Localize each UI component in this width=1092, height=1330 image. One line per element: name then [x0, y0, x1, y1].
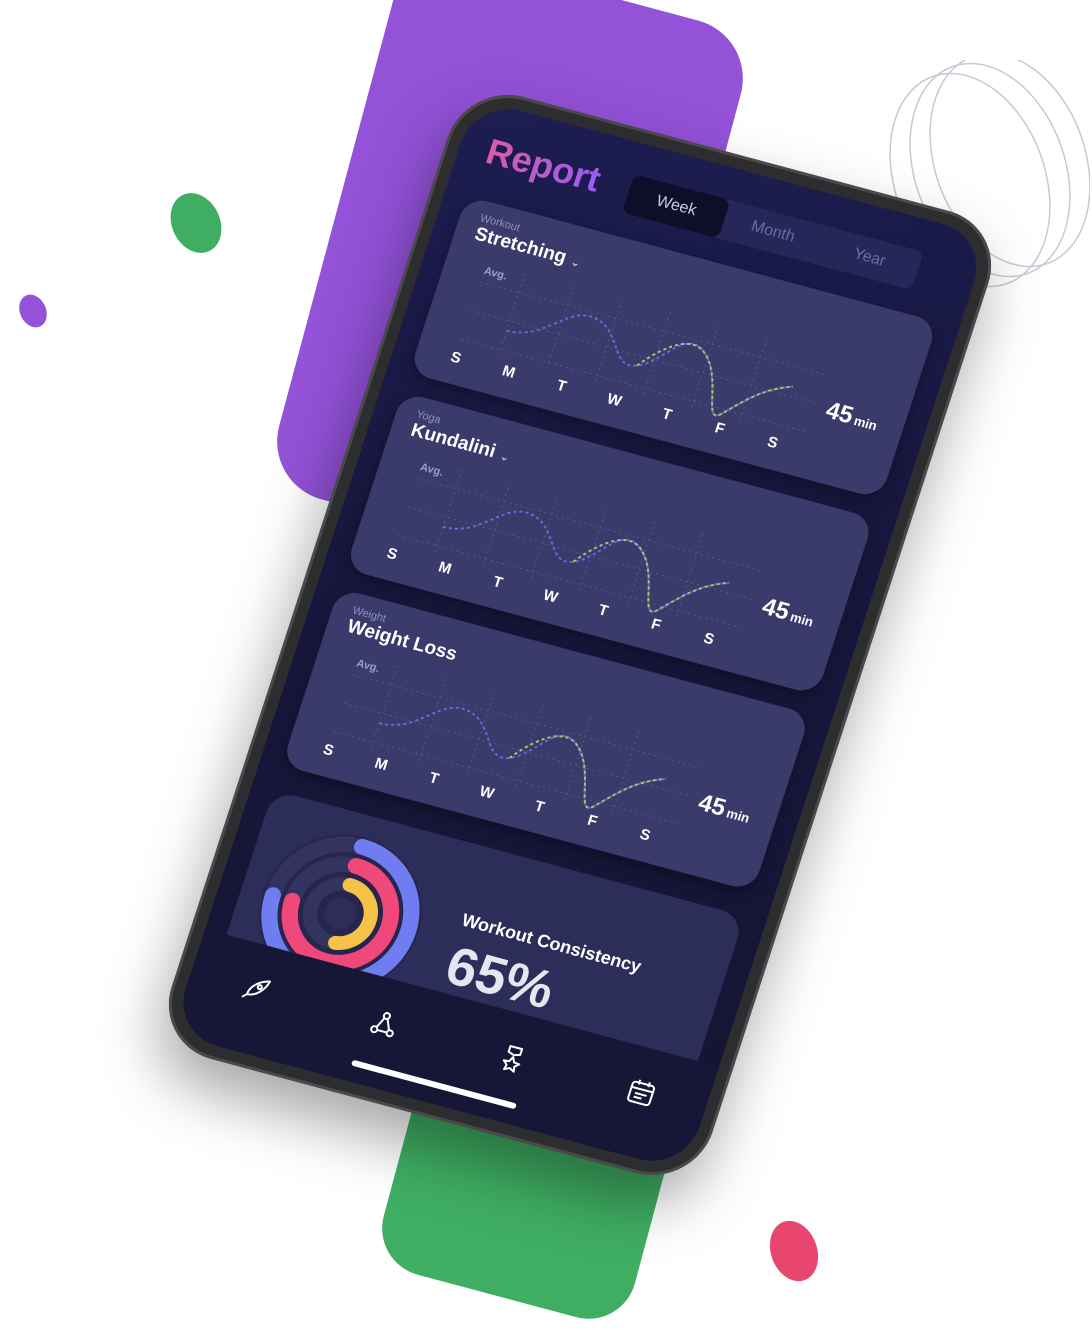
- day-label: S: [320, 740, 336, 760]
- green-dot-decor: [161, 184, 231, 262]
- chevron-down-icon: ⌄: [569, 256, 582, 271]
- day-label: S: [701, 629, 717, 649]
- pink-dot-decor: [761, 1214, 827, 1288]
- day-label: W: [604, 390, 624, 411]
- day-label: T: [554, 376, 569, 396]
- calendar-icon: [626, 1079, 655, 1106]
- day-label: M: [436, 558, 454, 578]
- purple-dot-decor: [14, 290, 52, 332]
- day-label: F: [648, 615, 664, 635]
- duration-value: 45min: [758, 592, 816, 630]
- day-label: F: [712, 419, 727, 438]
- day-label: T: [532, 797, 547, 817]
- card-activity-name: Kundalini: [408, 419, 499, 463]
- day-label: F: [585, 811, 600, 831]
- day-label: W: [540, 586, 560, 607]
- page-title: Report: [481, 130, 607, 200]
- duration-value: 45min: [694, 789, 752, 826]
- tab-week[interactable]: Week: [621, 174, 731, 239]
- day-label: M: [372, 754, 390, 775]
- nav-share[interactable]: [358, 999, 409, 1047]
- day-label: T: [659, 405, 675, 424]
- chevron-down-icon: ⌄: [498, 450, 511, 465]
- phone-mockup: Report Week Month Year Workout Stretchin…: [153, 81, 1007, 1189]
- nav-rocket[interactable]: [230, 965, 281, 1013]
- tab-month[interactable]: Month: [718, 200, 827, 264]
- day-label: S: [448, 348, 464, 368]
- rocket-icon: [240, 980, 271, 998]
- nav-calendar[interactable]: [615, 1068, 666, 1116]
- day-label: T: [426, 769, 441, 788]
- duration-value: 45min: [822, 396, 880, 434]
- tab-year[interactable]: Year: [815, 226, 924, 290]
- day-label: S: [384, 544, 400, 564]
- card-activity-name: Stretching: [471, 223, 570, 269]
- day-label: T: [596, 601, 611, 620]
- nav-award[interactable]: [487, 1034, 538, 1082]
- award-icon: [502, 1044, 523, 1073]
- day-label: S: [637, 825, 653, 845]
- share-icon: [369, 1011, 394, 1038]
- day-label: W: [477, 782, 497, 803]
- day-label: M: [499, 362, 518, 382]
- day-label: T: [490, 573, 505, 592]
- day-label: S: [765, 433, 781, 453]
